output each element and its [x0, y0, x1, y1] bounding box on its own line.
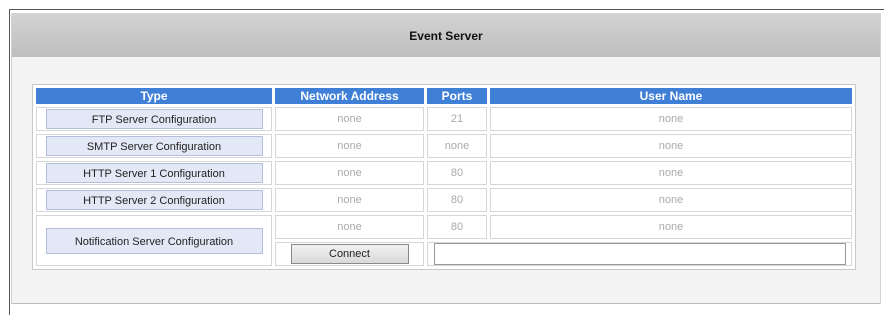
table-row-ftp: FTP Server Configuration none 21 none	[36, 107, 852, 131]
http1-user-name: none	[490, 161, 852, 185]
ftp-network-address: none	[275, 107, 424, 131]
ftp-port: 21	[427, 107, 487, 131]
table-header-row: Type Network Address Ports User Name	[36, 88, 852, 104]
notification-port: 80	[427, 215, 487, 239]
ftp-server-configuration-button[interactable]: FTP Server Configuration	[45, 109, 263, 129]
smtp-network-address: none	[275, 134, 424, 158]
column-header-type: Type	[36, 88, 272, 104]
smtp-port: none	[427, 134, 487, 158]
smtp-server-configuration-button[interactable]: SMTP Server Configuration	[45, 136, 263, 156]
http1-port: 80	[427, 161, 487, 185]
table-row-http2: HTTP Server 2 Configuration none 80 none	[36, 188, 852, 212]
table-row-http1: HTTP Server 1 Configuration none 80 none	[36, 161, 852, 185]
table-row-notification: Notification Server Configuration none 8…	[36, 215, 852, 266]
http1-network-address: none	[275, 161, 424, 185]
column-header-ports: Ports	[427, 88, 487, 104]
notification-user-name: none	[490, 215, 852, 239]
panel-title: Event Server	[12, 14, 880, 57]
http-server-2-configuration-button[interactable]: HTTP Server 2 Configuration	[45, 190, 263, 210]
connect-button[interactable]: Connect	[290, 244, 409, 264]
table-row-smtp: SMTP Server Configuration none none none	[36, 134, 852, 158]
smtp-user-name: none	[490, 134, 852, 158]
notification-server-configuration-button[interactable]: Notification Server Configuration	[45, 227, 263, 254]
column-header-user-name: User Name	[490, 88, 852, 104]
connect-result-field[interactable]	[433, 243, 846, 265]
http2-port: 80	[427, 188, 487, 212]
http-server-1-configuration-button[interactable]: HTTP Server 1 Configuration	[45, 163, 263, 183]
notification-network-address: none	[275, 215, 424, 239]
column-header-network-address: Network Address	[275, 88, 424, 104]
event-server-table: Type Network Address Ports User Name FTP…	[32, 84, 856, 270]
http2-user-name: none	[490, 188, 852, 212]
ftp-user-name: none	[490, 107, 852, 131]
http2-network-address: none	[275, 188, 424, 212]
